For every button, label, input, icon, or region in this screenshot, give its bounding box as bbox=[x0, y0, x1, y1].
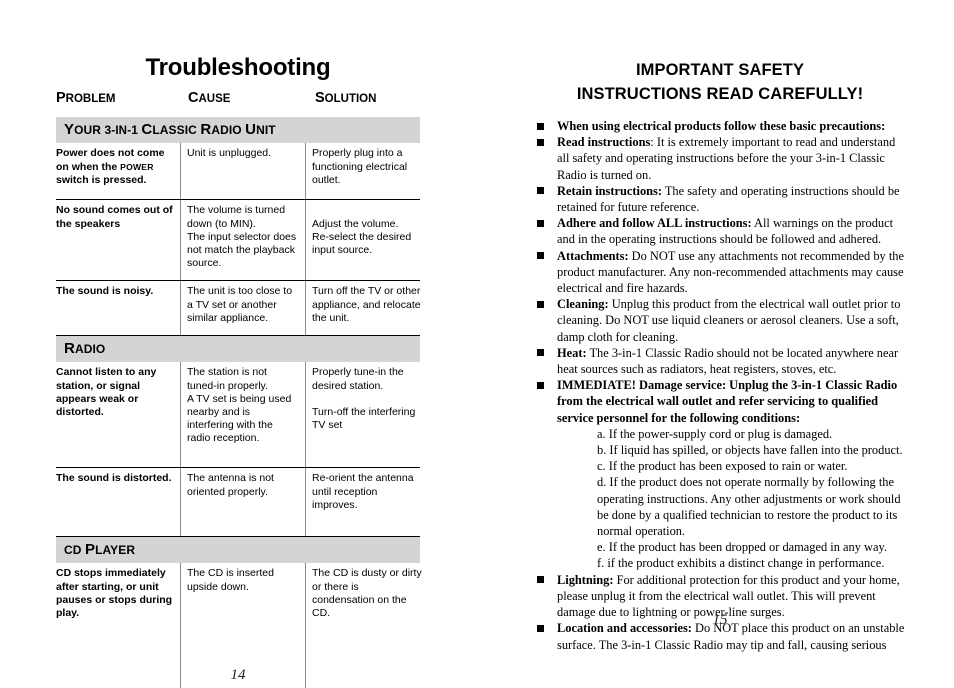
safety-heading-line1: IMPORTANT SAFETY bbox=[635, 61, 805, 79]
safety-list-item: Heat: The 3-in-1 Classic Radio should no… bbox=[535, 345, 905, 377]
square-bullet-icon bbox=[537, 576, 544, 584]
safety-list-item: Retain instructions: The safety and oper… bbox=[535, 183, 905, 215]
safety-list-item: When using electrical products follow th… bbox=[535, 118, 905, 134]
safety-list-item: IMMEDIATE! Damage service: Unplug the 3-… bbox=[535, 377, 905, 426]
table-cell-problem: CD stops immediately after starting, or … bbox=[56, 567, 173, 619]
safety-list-item-text: When using electrical products follow th… bbox=[557, 119, 886, 133]
safety-list-item: Adhere and follow ALL instructions: All … bbox=[535, 215, 905, 247]
table-section-heading: YOUR 3-IN-1 CLASSIC RADIO UNIT bbox=[56, 117, 420, 144]
table-row: Cannot listen to any station, or signal … bbox=[56, 362, 420, 469]
safety-list-item-text: Attachments: Do NOT use any attachments … bbox=[557, 248, 904, 296]
table-cell-cause: Unit is unplugged. bbox=[187, 147, 272, 160]
safety-sub-list-item: d. If the product does not operate norma… bbox=[597, 475, 901, 539]
safety-list-item-text: Retain instructions: The safety and oper… bbox=[557, 183, 900, 215]
safety-list-item-text: IMMEDIATE! Damage service: Unplug the 3-… bbox=[557, 378, 898, 425]
table-cell-solution: The CD is dusty or dirty or there is con… bbox=[312, 567, 422, 619]
table-cell-solution: Turn off the TV or other appliance, and … bbox=[312, 285, 421, 324]
table-cell-cause: The station is not tuned-in properly. A T… bbox=[187, 366, 292, 445]
safety-list-item-text: Cleaning: Unplug this product from the e… bbox=[557, 297, 901, 344]
table-section-heading: CD PLAYER bbox=[56, 537, 420, 564]
column-header-solution: SOLUTION bbox=[315, 90, 377, 107]
table-cell-cause: The CD is inserted upside down. bbox=[187, 567, 274, 593]
safety-sub-list-item: f. if the product exhibits a distinct ch… bbox=[597, 556, 885, 571]
safety-list-item: Read instructions: It is extremely impor… bbox=[535, 134, 905, 183]
safety-sub-list: a. If the power-supply cord or plug is d… bbox=[535, 426, 905, 572]
safety-sub-list-item: c. If the product has been exposed to ra… bbox=[597, 459, 848, 474]
table-cell-solution: Properly plug into a functioning electri… bbox=[312, 147, 408, 186]
table-cell-cause: The volume is turned down (to MIN). The i… bbox=[187, 204, 297, 270]
table-row: The sound is distorted. The antenna is no… bbox=[56, 468, 420, 538]
table-row: No sound comes out of the speakers The vo… bbox=[56, 200, 420, 282]
table-cell-problem: No sound comes out of the speakers bbox=[56, 204, 173, 230]
column-header-cause: CAUSE bbox=[188, 90, 231, 107]
safety-list-item: Cleaning: Unplug this product from the e… bbox=[535, 296, 905, 345]
page-number-right: 15 bbox=[712, 612, 728, 628]
safety-heading-line2: INSTRUCTIONS READ CAREFULLY! bbox=[576, 85, 864, 103]
table-cell-cause: The unit is too close to a TV set or ano… bbox=[187, 285, 293, 324]
safety-list-item-text: Adhere and follow ALL instructions: All … bbox=[557, 216, 894, 247]
table-cell-problem: The sound is noisy. bbox=[56, 285, 154, 298]
table-section-heading: RADIO bbox=[56, 336, 420, 363]
safety-list-item-text: Read instructions: It is extremely impor… bbox=[557, 135, 896, 182]
square-bullet-icon bbox=[537, 349, 544, 357]
safety-list-item: Attachments: Do NOT use any attachments … bbox=[535, 248, 905, 297]
table-row: Power does not come on when the POWER sw… bbox=[56, 143, 420, 201]
troubleshooting-table: YOUR 3-IN-1 CLASSIC RADIO UNIT Power does… bbox=[56, 117, 422, 688]
table-cell-problem: Cannot listen to any station, or signal … bbox=[56, 366, 157, 418]
table-cell-solution: Re-orient the antenna until reception im… bbox=[312, 472, 414, 511]
table-cell-cause: The antenna is not oriented properly. bbox=[187, 472, 274, 498]
table-cell-problem: The sound is distorted. bbox=[56, 472, 172, 485]
left-page: Troubleshooting PROBLEM CAUSE SOLUTION Y… bbox=[56, 54, 422, 688]
table-cell-solution: Adjust the volume. Re-select the desired … bbox=[312, 217, 412, 256]
square-bullet-icon bbox=[537, 252, 544, 260]
safety-list-item-text: Heat: The 3-in-1 Classic Radio should no… bbox=[557, 345, 899, 377]
square-bullet-icon bbox=[537, 187, 544, 195]
table-cell-problem: Power does not come on when the POWER sw… bbox=[56, 147, 165, 186]
square-bullet-icon bbox=[537, 300, 544, 308]
safety-sub-list-item: e. If the product has been dropped or da… bbox=[597, 540, 887, 555]
square-bullet-icon bbox=[537, 219, 544, 227]
column-header-problem: PROBLEM bbox=[56, 90, 116, 107]
right-page: IMPORTANT SAFETY INSTRUCTIONS READ CAREF… bbox=[535, 58, 905, 653]
square-bullet-icon bbox=[537, 381, 544, 389]
safety-sub-list-item: b. If liquid has spilled, or objects hav… bbox=[597, 443, 903, 458]
table-column-headers: PROBLEM CAUSE SOLUTION bbox=[56, 91, 420, 117]
square-bullet-icon bbox=[537, 138, 544, 146]
safety-heading: IMPORTANT SAFETY INSTRUCTIONS READ CAREF… bbox=[535, 58, 905, 106]
table-row: CD stops immediately after starting, or … bbox=[56, 563, 422, 688]
safety-instructions-list: When using electrical products follow th… bbox=[535, 118, 905, 653]
page-title: Troubleshooting bbox=[145, 54, 331, 81]
table-cell-solution: Properly tune-in the desired station. Tu… bbox=[312, 366, 416, 432]
safety-sub-list-item: a. If the power-supply cord or plug is d… bbox=[597, 426, 833, 441]
square-bullet-icon bbox=[537, 122, 544, 130]
table-row: The sound is noisy. The unit is too close… bbox=[56, 281, 421, 337]
